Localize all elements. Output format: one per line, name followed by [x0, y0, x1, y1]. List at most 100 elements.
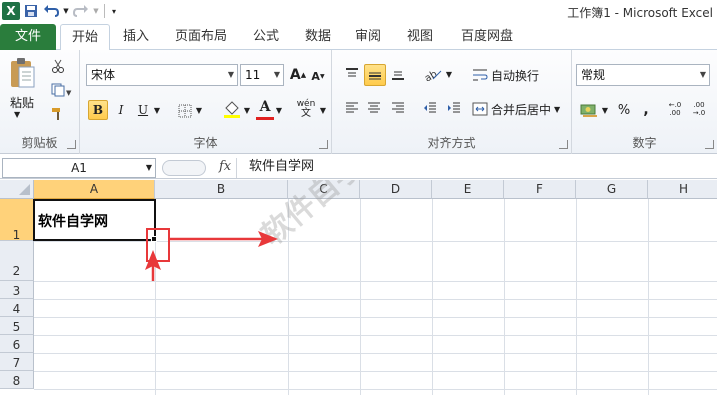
bold-button[interactable]: B [88, 100, 108, 120]
row-header-1[interactable]: 1 [0, 199, 34, 242]
orientation-dropdown-icon[interactable]: ▼ [444, 66, 454, 82]
middle-align-icon[interactable] [364, 64, 386, 86]
column-header-e[interactable]: E [432, 180, 504, 199]
decrease-decimal-top: .00 [693, 101, 705, 109]
undo-icon[interactable] [42, 2, 60, 20]
paste-icon[interactable] [6, 56, 38, 90]
number-format-box[interactable]: 常规 ▼ [576, 64, 710, 86]
number-format-dropdown-icon[interactable]: ▼ [700, 65, 706, 85]
grid-line [432, 199, 433, 395]
clipboard-dialog-launcher[interactable] [67, 140, 76, 149]
font-size-dropdown-icon[interactable]: ▼ [274, 65, 280, 85]
tab-page-layout[interactable]: 页面布局 [168, 24, 234, 50]
formula-bar-splitter[interactable] [162, 160, 206, 176]
percent-style-button[interactable]: % [614, 100, 634, 120]
alignment-group-label: 对齐方式 [427, 136, 476, 150]
wrap-text-button[interactable]: 自动换行 [472, 64, 568, 86]
decrease-indent-icon[interactable] [420, 98, 440, 118]
column-header-c[interactable]: C [288, 180, 360, 199]
underline-button[interactable]: U [134, 100, 152, 120]
select-all-corner[interactable] [0, 180, 34, 199]
align-right-icon[interactable] [388, 98, 408, 118]
align-center-icon[interactable] [364, 98, 384, 118]
tab-review[interactable]: 审阅 [346, 24, 390, 50]
phonetic-guide-dropdown-icon[interactable]: ▼ [318, 102, 328, 118]
row-header-5[interactable]: 5 [0, 317, 34, 335]
undo-dropdown-icon[interactable]: ▼ [62, 2, 70, 20]
column-header-f[interactable]: F [504, 180, 576, 199]
grid-line [34, 353, 717, 354]
column-header-h[interactable]: H [648, 180, 717, 199]
font-name-dropdown-icon[interactable]: ▼ [228, 65, 234, 85]
column-header-d[interactable]: D [360, 180, 432, 199]
column-header-g[interactable]: G [576, 180, 648, 199]
tab-insert[interactable]: 插入 [114, 24, 158, 50]
fill-color-dropdown-icon[interactable]: ▼ [242, 102, 252, 118]
italic-button[interactable]: I [112, 100, 130, 120]
font-color-dropdown-icon[interactable]: ▼ [274, 102, 284, 118]
paste-button[interactable]: 粘贴 [10, 94, 34, 111]
fill-color-icon[interactable] [222, 98, 242, 120]
worksheet-grid[interactable]: A B C D E F G H 1 2 3 4 5 6 7 8 软件自学网 WW… [0, 180, 717, 395]
shrink-font-icon[interactable]: A ▼ [310, 68, 326, 84]
name-box[interactable]: A1 ▼ [2, 158, 156, 178]
increase-decimal-icon[interactable]: ←.0.00 [664, 98, 686, 120]
tab-file[interactable]: 文件 [0, 24, 56, 50]
excel-app-icon[interactable]: X [2, 2, 20, 20]
merge-center-button[interactable]: 合并后居中 ▼ [472, 98, 568, 120]
row-header-7[interactable]: 7 [0, 353, 34, 371]
redo-icon[interactable] [72, 2, 90, 20]
save-icon[interactable] [22, 2, 40, 20]
right-arrow [170, 231, 278, 247]
orientation-icon[interactable]: ab [422, 64, 444, 84]
copy-icon[interactable]: ▼ [50, 82, 74, 98]
font-dialog-launcher[interactable] [319, 140, 328, 149]
underline-dropdown-icon[interactable]: ▼ [152, 102, 162, 118]
name-box-dropdown-icon[interactable]: ▼ [146, 159, 152, 177]
font-name-box[interactable]: 宋体 ▼ [86, 64, 238, 86]
font-color-icon[interactable]: A [256, 96, 274, 120]
format-painter-icon[interactable] [50, 106, 66, 122]
phonetic-guide-icon[interactable]: wén 文 [294, 98, 318, 120]
font-size-value: 11 [245, 68, 261, 82]
row-header-3[interactable]: 3 [0, 281, 34, 299]
row-header-8[interactable]: 8 [0, 371, 34, 389]
paste-dropdown-icon[interactable]: ▼ [14, 110, 20, 119]
borders-icon[interactable] [176, 102, 194, 120]
formula-input[interactable]: 软件自学网 [236, 158, 717, 178]
bottom-align-icon[interactable] [388, 64, 408, 84]
tab-view[interactable]: 视图 [398, 24, 442, 50]
tab-home[interactable]: 开始 [60, 24, 110, 51]
grow-font-icon[interactable]: A ▲ [290, 66, 306, 84]
currency-format-icon[interactable] [578, 100, 600, 120]
row-header-6[interactable]: 6 [0, 335, 34, 353]
tab-data[interactable]: 数据 [296, 24, 340, 50]
row-header-4[interactable]: 4 [0, 299, 34, 317]
top-align-icon[interactable] [342, 64, 362, 84]
number-dialog-launcher[interactable] [705, 140, 714, 149]
number-group: 常规 ▼ ▼ % , ←.0.00 .00 →.0 数字 [572, 50, 717, 154]
cut-icon[interactable] [50, 58, 66, 74]
merge-center-dropdown-icon[interactable]: ▼ [554, 105, 560, 114]
tab-formulas[interactable]: 公式 [244, 24, 288, 50]
tab-baidu-netdisk[interactable]: 百度网盘 [452, 24, 522, 50]
comma-style-button[interactable]: , [638, 100, 654, 120]
increase-indent-icon[interactable] [444, 98, 464, 118]
insert-function-icon[interactable]: fx [219, 159, 231, 174]
alignment-dialog-launcher[interactable] [559, 140, 568, 149]
grid-line [360, 199, 361, 395]
number-format-value: 常规 [581, 68, 606, 82]
currency-dropdown-icon[interactable]: ▼ [600, 102, 610, 118]
align-left-icon[interactable] [342, 98, 362, 118]
column-header-b[interactable]: B [155, 180, 288, 199]
alignment-group: ab ▼ 自动换行 合并后居中 ▼ 对齐方式 [332, 50, 572, 154]
column-header-a[interactable]: A [34, 180, 155, 199]
decrease-decimal-icon[interactable]: .00 →.0 [688, 98, 710, 120]
redo-dropdown-icon[interactable]: ▼ [92, 2, 100, 20]
row-header-2[interactable]: 2 [0, 241, 34, 281]
grid-line [34, 241, 717, 242]
borders-dropdown-icon[interactable]: ▼ [194, 102, 204, 118]
customize-qat-icon[interactable]: ▾ [109, 2, 119, 20]
font-size-box[interactable]: 11 ▼ [240, 64, 284, 86]
number-group-label: 数字 [632, 136, 657, 150]
